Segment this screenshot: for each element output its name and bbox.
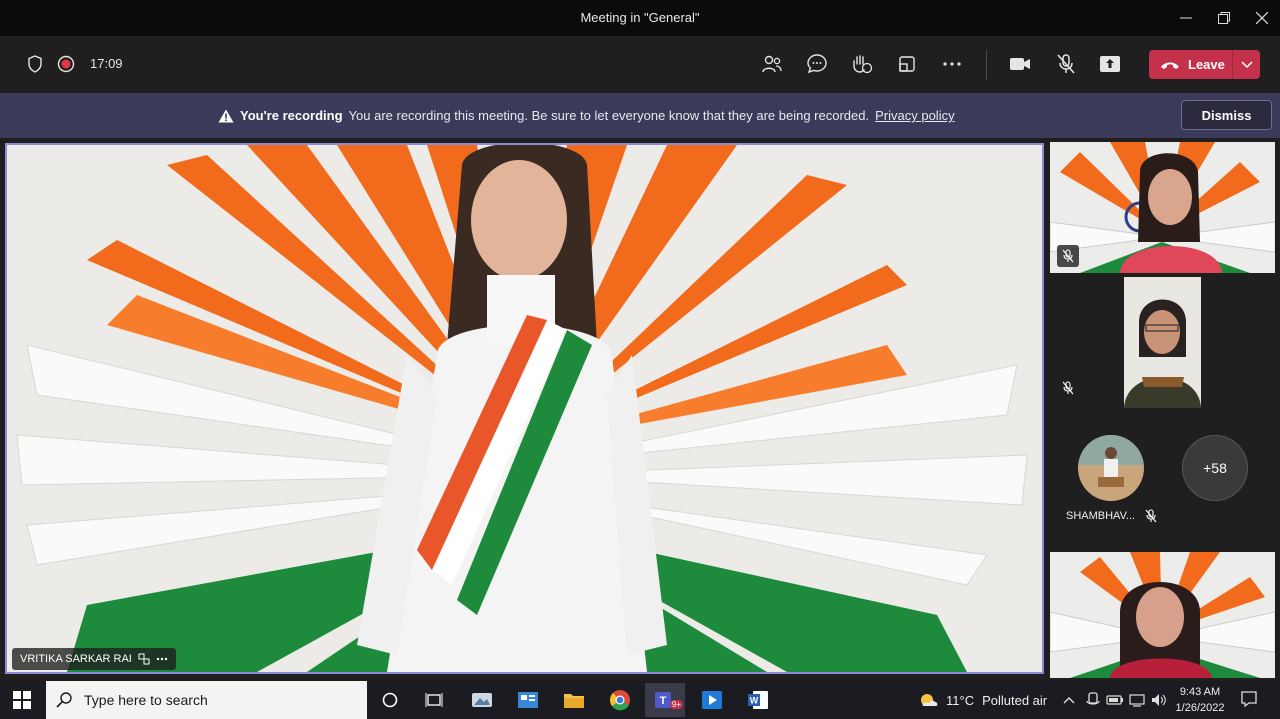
- restore-button[interactable]: [1204, 0, 1244, 36]
- taskbar-app[interactable]: [508, 683, 548, 717]
- svg-text:W: W: [750, 696, 759, 706]
- clock-time: 9:43 AM: [1179, 686, 1221, 698]
- mic-muted-icon: [1062, 381, 1074, 395]
- participant-tile[interactable]: [1124, 277, 1201, 408]
- weather-temp: 11°C: [946, 692, 975, 708]
- chrome-button[interactable]: [600, 683, 640, 717]
- share-view-icon[interactable]: [893, 50, 921, 78]
- participant-tile[interactable]: [1050, 552, 1275, 678]
- volume-icon[interactable]: [1150, 691, 1168, 709]
- dismiss-button[interactable]: Dismiss: [1181, 100, 1272, 130]
- windows-icon: [13, 691, 31, 709]
- participant-name: VRITIKA SARKAR RAI: [20, 653, 132, 665]
- word-button[interactable]: W: [738, 683, 778, 717]
- mic-muted-icon: [1145, 509, 1157, 523]
- taskbar-app[interactable]: [462, 683, 502, 717]
- cortana-icon: [382, 692, 398, 708]
- window-title: Meeting in "General": [580, 10, 700, 25]
- folder-icon: [564, 694, 584, 708]
- word-icon: W: [748, 691, 768, 709]
- participant-name: SHAMBHAV...: [1066, 510, 1136, 522]
- weather-description: Polluted air: [982, 692, 1048, 708]
- hang-up-icon: [1161, 62, 1179, 69]
- teams-button[interactable]: T 9+: [645, 683, 685, 717]
- photos-icon: [472, 693, 492, 707]
- reactions-icon[interactable]: [848, 50, 876, 78]
- search-icon: [56, 692, 72, 708]
- weather-icon: [921, 694, 938, 706]
- participant-name-badge[interactable]: VRITIKA SARKAR RAI: [12, 648, 176, 670]
- recording-icon: [52, 50, 80, 78]
- privacy-policy-link[interactable]: Privacy policy: [875, 108, 954, 123]
- mic-muted-icon: [1062, 249, 1074, 263]
- notifications-button[interactable]: [1240, 690, 1258, 708]
- notification-badge: 9+: [669, 700, 683, 709]
- banner-heading: You're recording: [240, 108, 343, 123]
- task-view-button[interactable]: [414, 683, 454, 717]
- leave-button[interactable]: Leave: [1149, 50, 1260, 79]
- restore-icon: [1218, 12, 1230, 24]
- close-button[interactable]: [1242, 0, 1280, 36]
- svg-text:T: T: [660, 695, 667, 707]
- cortana-button[interactable]: [370, 683, 410, 717]
- mic-muted-icon[interactable]: [1052, 50, 1080, 78]
- toolbar-divider: [986, 50, 987, 80]
- leave-label: Leave: [1188, 57, 1225, 72]
- warning-icon: [218, 109, 234, 122]
- meeting-toolbar: [0, 36, 1280, 92]
- avatar[interactable]: [1078, 435, 1144, 501]
- start-button[interactable]: [2, 683, 42, 717]
- media-player-button[interactable]: [692, 683, 732, 717]
- chevron-up-icon[interactable]: [1060, 691, 1078, 709]
- more-options-icon[interactable]: [938, 50, 966, 78]
- people-icon[interactable]: [758, 50, 786, 78]
- chat-icon[interactable]: [803, 50, 831, 78]
- muted-indicator: [1057, 245, 1079, 267]
- file-explorer-button[interactable]: [554, 683, 594, 717]
- notification-icon: [1241, 691, 1257, 708]
- participant-video: [1050, 142, 1275, 273]
- pin-icon: [138, 653, 150, 665]
- taskbar-search[interactable]: Type here to search: [46, 681, 367, 719]
- taskbar-clock[interactable]: 9:43 AM 1/26/2022: [1172, 684, 1228, 716]
- banner-message: You are recording this meeting. Be sure …: [348, 108, 870, 123]
- meet-now-icon[interactable]: [1084, 691, 1102, 709]
- participant-video: [1050, 552, 1275, 678]
- share-screen-icon[interactable]: [1096, 50, 1124, 78]
- chrome-icon: [610, 690, 630, 711]
- recording-banner-message: You're recording You are recording this …: [218, 108, 955, 123]
- meeting-timer: 17:09: [90, 56, 123, 71]
- shield-icon[interactable]: [21, 50, 49, 78]
- participant-label: SHAMBHAV...: [1066, 509, 1157, 523]
- weather-widget[interactable]: 11°C Polluted air: [918, 691, 1047, 709]
- participant-video: [1124, 277, 1201, 408]
- battery-icon[interactable]: [1106, 691, 1124, 709]
- network-icon[interactable]: [1128, 691, 1146, 709]
- camera-icon[interactable]: [1006, 50, 1034, 78]
- clock-date: 1/26/2022: [1175, 702, 1225, 714]
- more-options-icon: [156, 657, 168, 661]
- minimize-button[interactable]: [1166, 0, 1206, 36]
- muted-indicator: [1057, 377, 1079, 399]
- participant-tile[interactable]: [1050, 142, 1275, 273]
- more-participants-button[interactable]: +58: [1182, 435, 1248, 501]
- close-icon: [1256, 12, 1268, 24]
- main-video-feed: [7, 145, 1042, 672]
- media-player-icon: [702, 691, 722, 709]
- task-view-icon: [425, 693, 443, 707]
- main-video[interactable]: [5, 143, 1044, 674]
- search-placeholder: Type here to search: [84, 692, 208, 708]
- leave-options-button[interactable]: [1233, 60, 1260, 69]
- chevron-down-icon: [1240, 60, 1253, 68]
- avatar-image: [1078, 435, 1144, 501]
- minimize-icon: [1180, 17, 1192, 19]
- news-icon: [518, 692, 538, 708]
